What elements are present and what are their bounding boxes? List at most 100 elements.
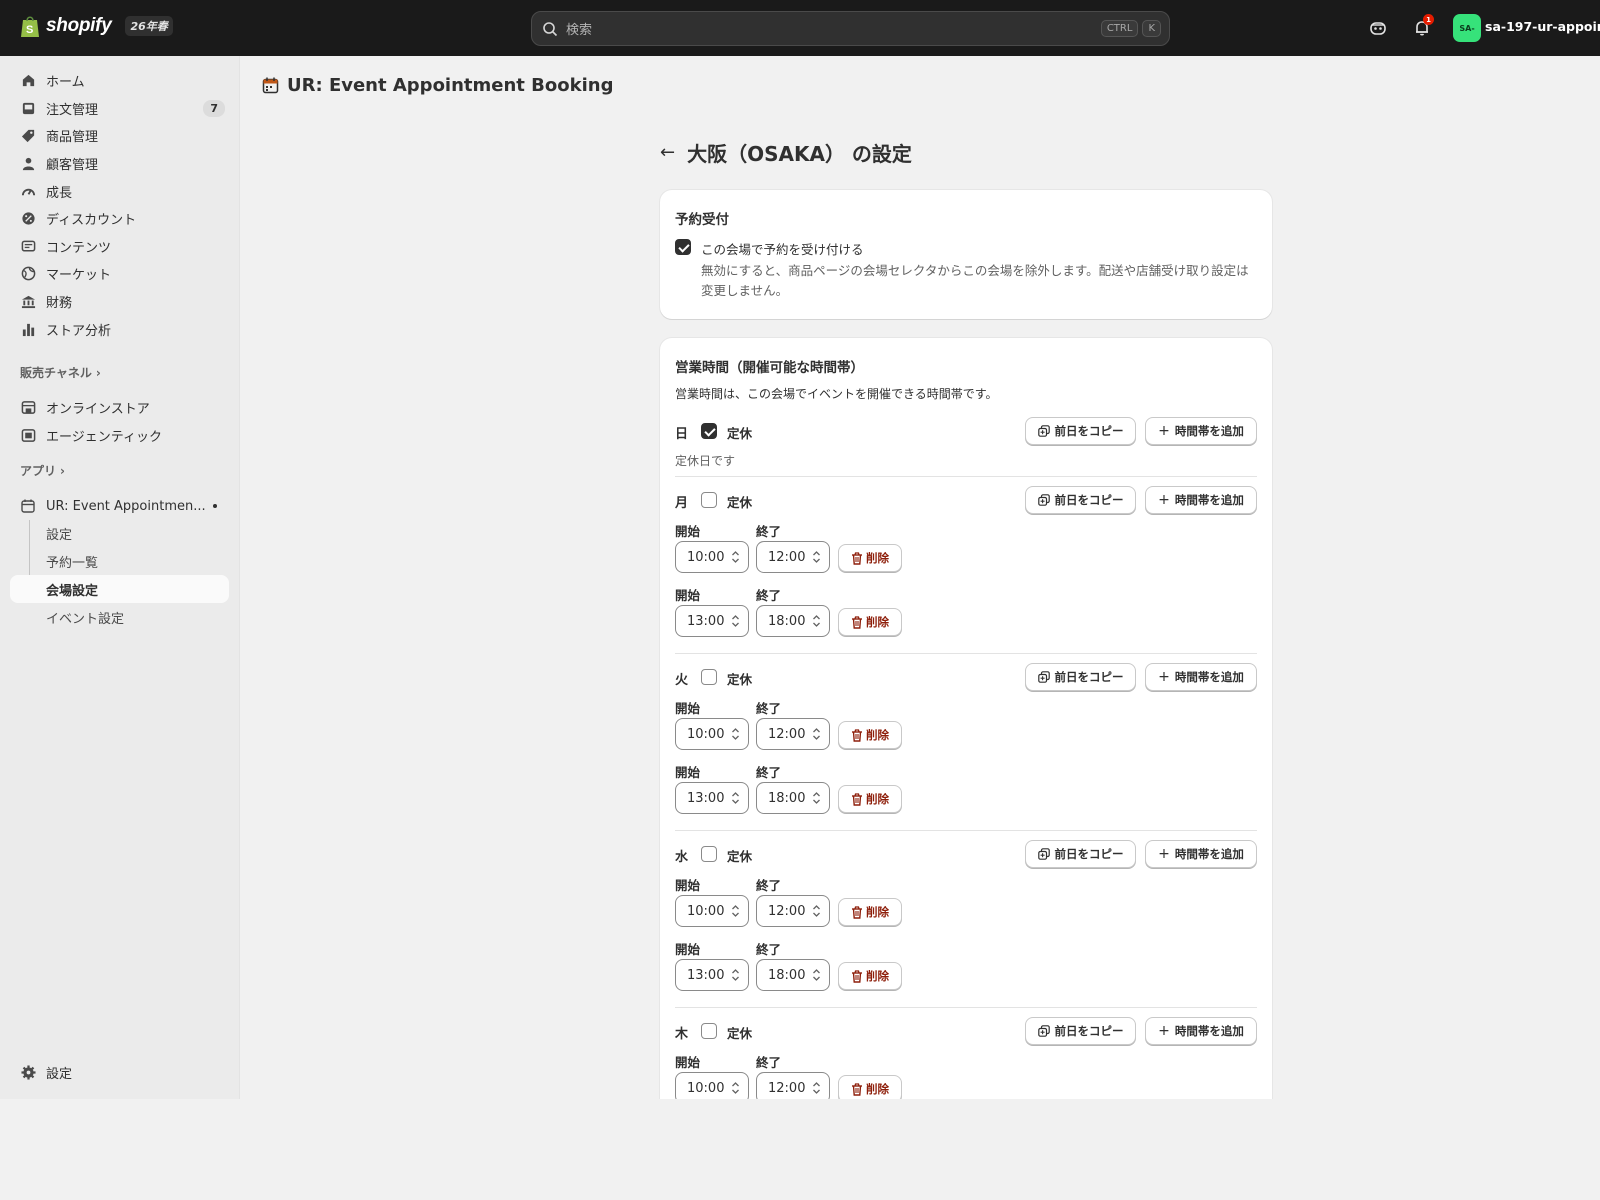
end-time-input-value: 18:00 <box>768 967 806 983</box>
shopify-bag-icon: S <box>21 16 39 37</box>
trash-icon <box>851 728 863 742</box>
delete-slot-button[interactable]: 削除 <box>838 721 902 749</box>
start-time-input[interactable]: 10:00 <box>675 895 749 927</box>
sidebar-item-bar-chart[interactable]: ストア分析 <box>10 315 229 343</box>
delete-slot-button[interactable]: 削除 <box>838 608 902 636</box>
end-time-input-value: 18:00 <box>768 613 806 629</box>
end-time-label: 終了 <box>756 588 782 603</box>
sidebar-item-app[interactable]: UR: Event Appointmen... <box>10 492 229 520</box>
add-time-slot-button[interactable]: + 時間帯を追加 <box>1145 1017 1257 1045</box>
closed-checkbox[interactable] <box>701 669 717 685</box>
notifications-button[interactable]: 1 <box>1410 14 1434 40</box>
delete-slot-button[interactable]: 削除 <box>838 1075 902 1099</box>
gauge-icon <box>20 183 36 199</box>
closed-label[interactable]: 定休 <box>727 492 752 511</box>
end-time-input[interactable]: 12:00 <box>756 895 830 927</box>
sidebar-subitem-settings[interactable]: 設定 <box>10 519 229 547</box>
add-time-slot-button[interactable]: + 時間帯を追加 <box>1145 840 1257 868</box>
sales-channels-heading[interactable]: 販売チャネル › <box>20 364 101 381</box>
closed-label[interactable]: 定休 <box>727 1023 752 1042</box>
closed-checkbox[interactable] <box>701 846 717 862</box>
start-time-label: 開始 <box>675 878 701 893</box>
start-time-input[interactable]: 10:00 <box>675 1072 749 1099</box>
closed-label[interactable]: 定休 <box>727 669 752 688</box>
hours-card: 営業時間（開催可能な時間帯） 営業時間は、この会場でイベントを開催できる時間帯で… <box>660 338 1272 1099</box>
shopify-logo[interactable]: S shopify 26年春 <box>20 14 173 38</box>
booking-card-title: 予約受付 <box>675 212 729 228</box>
start-time-input[interactable]: 10:00 <box>675 718 749 750</box>
stepper-chevron-icon <box>731 1081 740 1099</box>
avatar[interactable]: SA- <box>1453 14 1481 42</box>
add-time-slot-button[interactable]: + 時間帯を追加 <box>1145 486 1257 514</box>
closed-label[interactable]: 定休 <box>727 846 752 865</box>
copy-previous-day-label: 前日をコピー <box>1054 847 1124 861</box>
delete-slot-button[interactable]: 削除 <box>838 898 902 926</box>
add-time-slot-label: 時間帯を追加 <box>1174 847 1244 861</box>
delete-slot-button[interactable]: 削除 <box>838 785 902 813</box>
add-time-slot-button[interactable]: + 時間帯を追加 <box>1145 663 1257 691</box>
day-label: 木 <box>675 1027 689 1042</box>
end-time-input[interactable]: 12:00 <box>756 1072 830 1099</box>
end-time-input[interactable]: 18:00 <box>756 782 830 814</box>
sidebar-subitem-venues[interactable]: 会場設定 <box>10 575 229 603</box>
apps-heading[interactable]: アプリ › <box>20 462 65 479</box>
stepper-chevron-icon <box>731 614 740 632</box>
sidebar-item-bank-label: 財務 <box>46 295 73 311</box>
copy-previous-day-button[interactable]: 前日をコピー <box>1025 417 1136 445</box>
copy-previous-day-button[interactable]: 前日をコピー <box>1025 1017 1136 1045</box>
closed-label[interactable]: 定休 <box>727 423 752 442</box>
sidebar-item-person[interactable]: 顧客管理 <box>10 149 229 177</box>
end-time-label: 終了 <box>756 765 782 780</box>
sidebar-item-bank[interactable]: 財務 <box>10 287 229 315</box>
closed-checkbox[interactable] <box>701 1023 717 1039</box>
delete-slot-button[interactable]: 削除 <box>838 962 902 990</box>
sidebar-item-settings[interactable]: 設定 <box>10 1058 229 1086</box>
sidebar-item-orders[interactable]: 注文管理 7 <box>10 94 229 122</box>
sidebar-subitem-events[interactable]: イベント設定 <box>10 603 229 631</box>
start-time-input[interactable]: 13:00 <box>675 605 749 637</box>
end-time-input[interactable]: 12:00 <box>756 718 830 750</box>
add-time-slot-label: 時間帯を追加 <box>1174 1024 1244 1038</box>
sidebar-item-channel-1[interactable]: エージェンティック <box>10 421 229 449</box>
copy-icon <box>1037 1025 1050 1037</box>
sidebar-item-home[interactable]: ホーム <box>10 66 229 94</box>
start-time-label: 開始 <box>675 701 701 716</box>
sidekick-button[interactable] <box>1366 16 1390 40</box>
delete-slot-button[interactable]: 削除 <box>838 544 902 572</box>
sidebar-item-content[interactable]: コンテンツ <box>10 232 229 260</box>
copy-previous-day-button[interactable]: 前日をコピー <box>1025 840 1136 868</box>
copy-previous-day-button[interactable]: 前日をコピー <box>1025 486 1136 514</box>
search-input[interactable]: 検索 CTRL K <box>531 11 1170 46</box>
day-label: 月 <box>675 496 689 511</box>
sidebar-item-discount[interactable]: ディスカウント <box>10 204 229 232</box>
start-time-input[interactable]: 10:00 <box>675 541 749 573</box>
start-time-input-value: 10:00 <box>687 549 725 565</box>
pinned-dot-icon <box>213 504 217 508</box>
copy-previous-day-button[interactable]: 前日をコピー <box>1025 663 1136 691</box>
start-time-input[interactable]: 13:00 <box>675 782 749 814</box>
delete-slot-label: 削除 <box>866 969 889 983</box>
closed-checkbox[interactable] <box>701 492 717 508</box>
top-bar: S shopify 26年春 検索 CTRL K 1 SA- sa-197-ur… <box>0 0 1600 56</box>
start-time-label: 開始 <box>675 942 701 957</box>
sidebar-item-globe[interactable]: マーケット <box>10 259 229 287</box>
start-time-input[interactable]: 13:00 <box>675 959 749 991</box>
accept-bookings-checkbox[interactable] <box>675 239 691 255</box>
end-time-input[interactable]: 12:00 <box>756 541 830 573</box>
sidebar-subitem-bookings[interactable]: 予約一覧 <box>10 547 229 575</box>
add-time-slot-button[interactable]: + 時間帯を追加 <box>1145 417 1257 445</box>
sidebar-item-gauge[interactable]: 成長 <box>10 177 229 205</box>
sidebar-item-home-label: ホーム <box>46 74 85 90</box>
end-time-input[interactable]: 18:00 <box>756 959 830 991</box>
sidebar-item-channel-0[interactable]: オンラインストア <box>10 393 229 421</box>
end-time-input[interactable]: 18:00 <box>756 605 830 637</box>
sidebar-item-tag[interactable]: 商品管理 <box>10 121 229 149</box>
orders-icon <box>20 100 36 116</box>
accept-bookings-label[interactable]: この会場で予約を受け付ける <box>701 239 864 258</box>
store-name[interactable]: sa-197-ur-appointm <box>1485 19 1600 34</box>
trash-icon <box>851 969 863 983</box>
trash-icon <box>851 905 863 919</box>
back-arrow-icon[interactable]: ← <box>660 142 675 163</box>
closed-checkbox[interactable] <box>701 423 717 439</box>
sidebar-item-tag-label: 商品管理 <box>46 129 99 145</box>
